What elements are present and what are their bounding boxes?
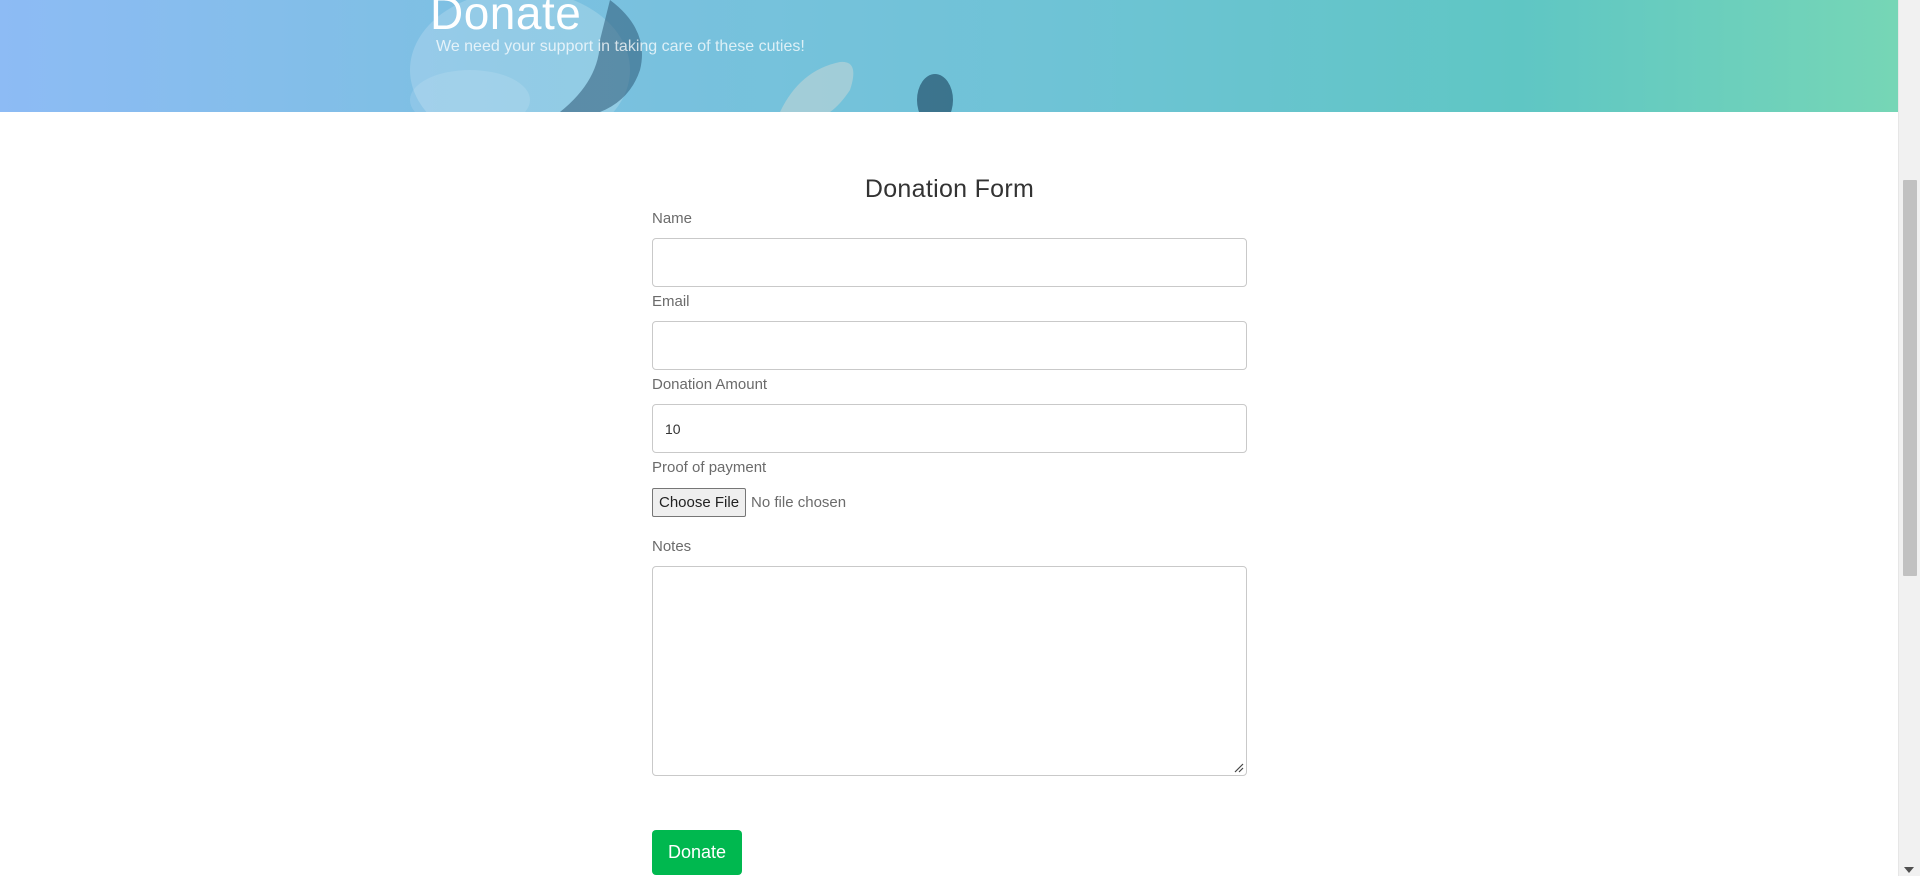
proof-of-payment-label: Proof of payment <box>652 459 767 476</box>
file-status: No file chosen <box>751 493 847 511</box>
vertical-scrollbar[interactable] <box>1898 0 1920 876</box>
notes-textarea[interactable] <box>652 566 1247 776</box>
name-label: Name <box>652 210 693 227</box>
scroll-down-arrow-icon[interactable] <box>1904 867 1914 873</box>
name-input[interactable] <box>652 238 1247 287</box>
hero-title: Donate <box>430 0 582 39</box>
email-input[interactable] <box>652 321 1247 370</box>
donation-form: Donation Form Name Email Donation Amount… <box>652 170 1247 875</box>
notes-container <box>652 566 1247 776</box>
scrollbar-thumb[interactable] <box>1903 180 1917 576</box>
donation-amount-input[interactable] <box>652 404 1247 453</box>
hero-animal-photo <box>410 0 953 112</box>
hero-banner: Donate We need your support in taking ca… <box>0 0 1898 112</box>
donation-amount-label: Donation Amount <box>652 376 768 393</box>
notes-label: Notes <box>652 538 692 555</box>
file-upload: Choose File No file chosen <box>652 487 1247 517</box>
email-label: Email <box>652 293 690 310</box>
donate-button[interactable]: Donate <box>652 830 743 875</box>
hero-subtitle: We need your support in taking care of t… <box>436 38 805 55</box>
resize-grip-icon[interactable] <box>1234 763 1244 773</box>
page: Donate We need your support in taking ca… <box>0 0 1920 876</box>
choose-file-button[interactable]: Choose File <box>652 487 747 517</box>
form-title: Donation Form <box>864 175 1035 203</box>
